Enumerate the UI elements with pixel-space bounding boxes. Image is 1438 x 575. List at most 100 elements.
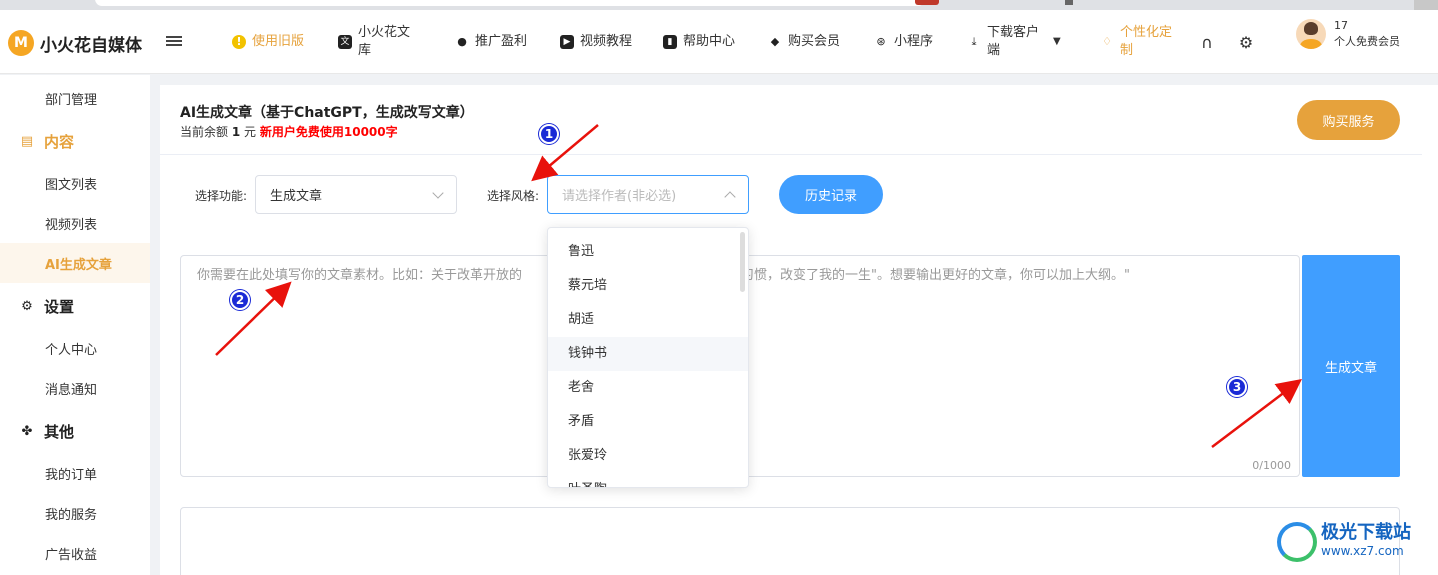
- sidebar-group-other[interactable]: ✤ 其他: [0, 411, 150, 451]
- dropdown-option[interactable]: 胡适: [548, 303, 748, 337]
- nav-video-tutorial[interactable]: ▶ 视频教程: [560, 22, 638, 62]
- tab-marker: [1065, 0, 1073, 5]
- sidebar-item-label: 部门管理: [45, 92, 98, 108]
- user-level: 个人免费会员: [1334, 35, 1400, 48]
- miniprogram-icon: ⊛: [876, 35, 886, 48]
- sidebar-item-label: 我的服务: [45, 507, 98, 523]
- dropdown-option[interactable]: 钱钟书: [548, 337, 748, 371]
- scrollbar[interactable]: [1414, 0, 1438, 10]
- style-placeholder: 请选择作者(非必选): [562, 189, 677, 204]
- caret-down-icon: ▼: [1053, 36, 1061, 47]
- nav-customization[interactable]: ♢ 个性化定制: [1100, 22, 1178, 62]
- function-value: 生成文章: [270, 189, 323, 204]
- nav-promotion[interactable]: ● 推广盈利: [455, 22, 533, 62]
- sidebar-item-orders[interactable]: 我的订单: [0, 453, 150, 493]
- nav-label: 帮助中心: [683, 34, 736, 49]
- nav-library[interactable]: 文 小火花文库: [338, 22, 416, 62]
- watermark-title: 极光下载站: [1321, 522, 1411, 543]
- document-icon: 文: [338, 35, 352, 49]
- download-icon: ⤓: [971, 35, 977, 48]
- chevron-up-icon: [724, 191, 736, 203]
- textarea-placeholder-right: 个习惯，改变了我的一生"。想要输出更好的文章，你可以加上大纲。": [728, 268, 1130, 283]
- promo-text: 新用户免费使用10000字: [259, 125, 398, 139]
- money-bag-icon: ●: [457, 35, 467, 48]
- divider: [160, 154, 1422, 155]
- book-icon: ▮: [663, 35, 677, 49]
- chevron-down-icon: [432, 187, 444, 199]
- browser-chrome: [0, 0, 1438, 10]
- menu-toggle-icon[interactable]: [166, 34, 182, 50]
- sidebar-item-label: 广告收益: [45, 547, 98, 563]
- dropdown-scrollbar[interactable]: [740, 232, 745, 292]
- address-bar[interactable]: [95, 0, 925, 6]
- dropdown-option[interactable]: 老舍: [548, 371, 748, 405]
- sidebar: 部门管理 ▤ 内容 图文列表 视频列表 AI生成文章 ⚙ 设置 个人中心 消息通…: [0, 75, 150, 575]
- diamond-icon: ◆: [770, 35, 780, 48]
- watermark-url: www.xz7.com: [1321, 544, 1404, 558]
- watermark: 极光下载站 www.xz7.com: [1277, 522, 1411, 562]
- nav-download-client[interactable]: ⤓ 下载客户端 ▼: [967, 22, 1061, 62]
- step-marker-1: 1: [539, 124, 559, 144]
- headset-icon[interactable]: ∩: [1198, 34, 1216, 52]
- balance-value: 1: [231, 125, 241, 139]
- step-marker-2: 2: [230, 290, 250, 310]
- top-header: M 小火花自媒体 ! 使用旧版 文 小火花文库 ● 推广盈利 ▶ 视频教程 ▮ …: [0, 10, 1438, 74]
- nav-label: 推广盈利: [475, 34, 528, 49]
- nav-label: 小程序: [894, 34, 934, 49]
- nav-label: 小火花文库: [358, 25, 411, 58]
- sidebar-item-notifications[interactable]: 消息通知: [0, 368, 150, 408]
- sidebar-group-content[interactable]: ▤ 内容: [0, 121, 150, 161]
- buy-service-button[interactable]: 购买服务: [1297, 100, 1400, 140]
- logo-icon: M: [8, 30, 34, 56]
- style-dropdown: 鲁迅蔡元培胡适钱钟书老舍矛盾张爱玲叶圣陶: [547, 227, 749, 488]
- function-label: 选择功能:: [195, 189, 248, 203]
- nav-old-version[interactable]: ! 使用旧版: [232, 22, 310, 62]
- sidebar-item-ad-revenue[interactable]: 广告收益: [0, 533, 150, 573]
- textarea-placeholder-left: 你需要在此处填写你的文章素材。比如：关于改革开放的: [197, 268, 523, 283]
- function-select[interactable]: 生成文章: [255, 175, 457, 214]
- gear-icon[interactable]: ⚙: [1237, 34, 1255, 52]
- dropdown-option[interactable]: 鲁迅: [548, 235, 748, 269]
- gem-icon: ♢: [1102, 35, 1112, 48]
- sidebar-group-settings[interactable]: ⚙ 设置: [0, 286, 150, 326]
- user-menu[interactable]: 17 个人免费会员: [1296, 18, 1400, 50]
- gear-icon: ⚙: [21, 298, 33, 314]
- avatar: [1296, 19, 1326, 49]
- sidebar-item-label: 其他: [44, 422, 75, 441]
- dropdown-option[interactable]: 张爱玲: [548, 439, 748, 473]
- dropdown-list: 鲁迅蔡元培胡适钱钟书老舍矛盾张爱玲叶圣陶: [548, 228, 748, 487]
- nav-help-center[interactable]: ▮ 帮助中心: [663, 22, 741, 62]
- dropdown-option[interactable]: 叶圣陶: [548, 473, 748, 487]
- logo-text: 小火花自媒体: [40, 35, 142, 56]
- nav-label: 视频教程: [580, 34, 633, 49]
- sidebar-item-article-list[interactable]: 图文列表: [0, 163, 150, 203]
- sidebar-item-video-list[interactable]: 视频列表: [0, 203, 150, 243]
- step-marker-3: 3: [1227, 377, 1247, 397]
- nav-miniprogram[interactable]: ⊛ 小程序: [874, 22, 952, 62]
- nav-label: 使用旧版: [252, 34, 305, 49]
- app-logo[interactable]: M 小火花自媒体: [8, 28, 142, 58]
- sidebar-item-department[interactable]: 部门管理: [0, 78, 150, 118]
- sidebar-item-label: 图文列表: [45, 177, 98, 193]
- sidebar-item-label: 内容: [44, 132, 75, 151]
- history-button[interactable]: 历史记录: [779, 175, 883, 214]
- sidebar-item-services[interactable]: 我的服务: [0, 493, 150, 533]
- sidebar-item-label: 设置: [44, 297, 75, 316]
- sidebar-item-ai-article[interactable]: AI生成文章: [0, 243, 150, 283]
- nav-label: 购买会员: [788, 34, 841, 49]
- output-area[interactable]: [180, 507, 1400, 575]
- dropdown-option[interactable]: 蔡元培: [548, 269, 748, 303]
- content-icon: ▤: [20, 133, 34, 149]
- sidebar-item-profile[interactable]: 个人中心: [0, 328, 150, 368]
- balance-line: 当前余额 1 元 新用户免费使用10000字: [180, 123, 398, 140]
- dropdown-option[interactable]: 矛盾: [548, 405, 748, 439]
- info-icon: !: [232, 35, 246, 49]
- balance-prefix: 当前余额: [180, 125, 229, 139]
- user-info: 17 个人免费会员: [1334, 18, 1400, 50]
- style-select[interactable]: 请选择作者(非必选): [547, 175, 749, 214]
- sidebar-item-label: 个人中心: [45, 342, 98, 358]
- nav-buy-membership[interactable]: ◆ 购买会员: [768, 22, 846, 62]
- generate-article-button[interactable]: 生成文章: [1302, 255, 1400, 477]
- user-id: 17: [1334, 19, 1348, 32]
- watermark-logo-icon: [1277, 522, 1317, 562]
